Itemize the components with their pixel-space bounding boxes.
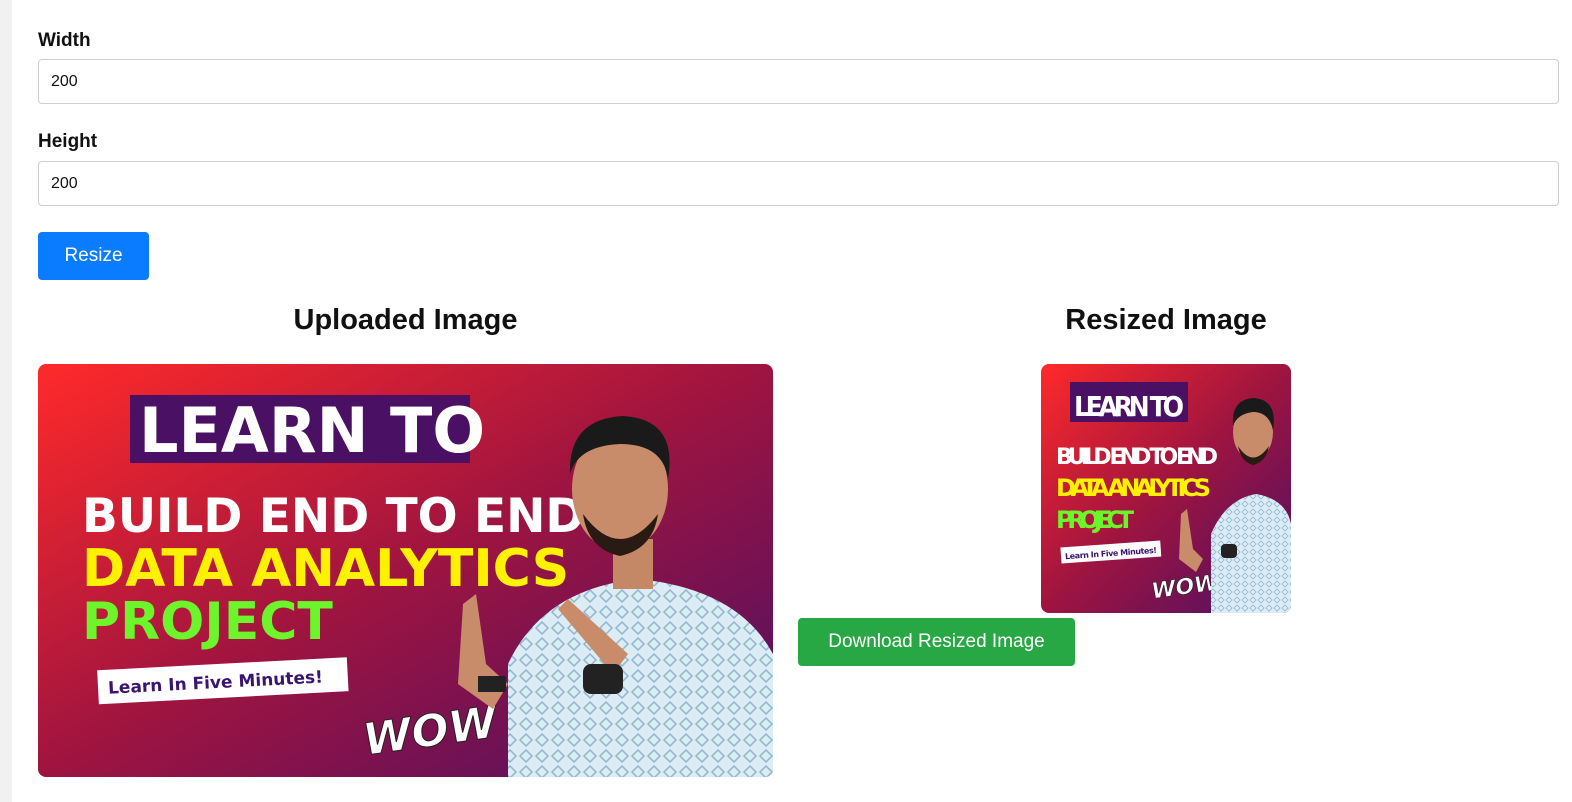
resized-thumb-line3: DATA ANALYTICS — [1056, 474, 1211, 502]
resize-button[interactable]: Resize — [38, 232, 149, 280]
resized-thumb-line2: BUILD END TO END — [1056, 445, 1218, 470]
resized-image: LEARN TO BUILD END TO END DATA ANALYTICS… — [1041, 364, 1291, 613]
height-input[interactable]: 200 — [38, 161, 1559, 206]
width-input[interactable]: 200 — [38, 59, 1559, 104]
thumb-line3: DATA ANALYTICS — [82, 539, 569, 599]
resized-image-heading: Resized Image — [1065, 304, 1267, 336]
resized-thumb-line1: LEARN TO — [1074, 390, 1184, 423]
thumb-line2: BUILD END TO END — [82, 489, 584, 544]
uploaded-image-heading: Uploaded Image — [293, 304, 518, 336]
width-label: Width — [38, 30, 91, 51]
download-resized-image-button[interactable]: Download Resized Image — [798, 618, 1075, 666]
uploaded-image: LEARN TO BUILD END TO END DATA ANALYTICS… — [38, 364, 773, 777]
thumb-line1: LEARN TO — [139, 394, 485, 467]
height-label: Height — [38, 131, 98, 152]
resized-thumb-line4: PROJECT — [1056, 506, 1135, 534]
thumb-line4: PROJECT — [82, 592, 333, 652]
